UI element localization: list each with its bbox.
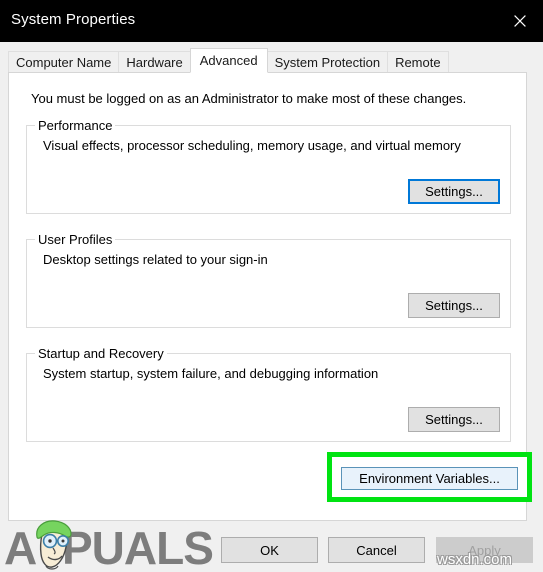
- startup-recovery-settings-button[interactable]: Settings...: [408, 407, 500, 432]
- environment-variables-button[interactable]: Environment Variables...: [341, 467, 518, 490]
- tab-computer-name[interactable]: Computer Name: [8, 51, 120, 72]
- performance-group-label: Performance: [35, 118, 116, 133]
- tab-remote[interactable]: Remote: [387, 51, 449, 72]
- tab-system-protection[interactable]: System Protection: [266, 51, 389, 72]
- window-title: System Properties: [11, 11, 136, 28]
- performance-settings-button[interactable]: Settings...: [408, 179, 500, 204]
- cancel-button[interactable]: Cancel: [328, 537, 425, 563]
- svg-text:PUALS: PUALS: [62, 522, 213, 572]
- performance-description: Visual effects, processor scheduling, me…: [43, 138, 461, 153]
- startup-recovery-group: Startup and Recovery System startup, sys…: [26, 346, 511, 442]
- user-profiles-description: Desktop settings related to your sign-in: [43, 252, 268, 267]
- close-button[interactable]: [497, 0, 543, 42]
- title-bar: System Properties: [0, 0, 543, 42]
- close-icon: [512, 13, 528, 29]
- startup-recovery-group-label: Startup and Recovery: [35, 346, 167, 361]
- user-profiles-settings-button[interactable]: Settings...: [408, 293, 500, 318]
- user-profiles-group-label: User Profiles: [35, 232, 116, 247]
- administrator-note: You must be logged on as an Administrato…: [31, 91, 467, 106]
- appuals-watermark-logo: A PUALS: [4, 520, 219, 572]
- site-watermark: wsxdn.com: [437, 551, 513, 568]
- user-profiles-group: User Profiles Desktop settings related t…: [26, 232, 511, 328]
- performance-group: Performance Visual effects, processor sc…: [26, 118, 511, 214]
- system-properties-dialog: System Properties Computer Name Hardware…: [0, 0, 543, 572]
- environment-variables-highlight: Environment Variables...: [327, 452, 532, 502]
- startup-recovery-description: System startup, system failure, and debu…: [43, 366, 379, 381]
- ok-button[interactable]: OK: [221, 537, 318, 563]
- svg-text:A: A: [4, 522, 36, 572]
- tab-strip: Computer Name Hardware Advanced System P…: [8, 48, 449, 73]
- tab-hardware[interactable]: Hardware: [118, 51, 191, 72]
- tab-advanced[interactable]: Advanced: [189, 48, 268, 73]
